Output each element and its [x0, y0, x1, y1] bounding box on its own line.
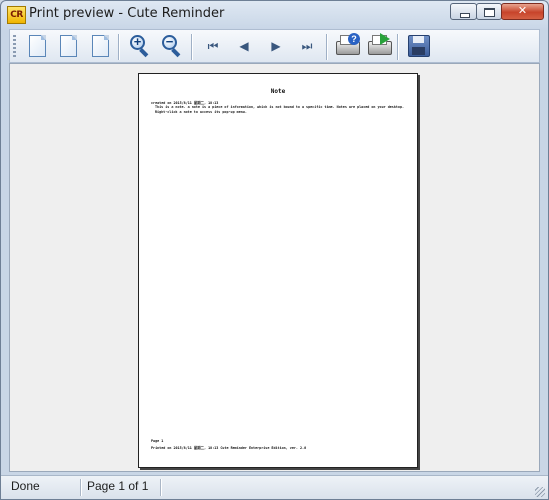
close-button[interactable] [501, 3, 544, 20]
page-indicator: Page 1 of 1 [87, 479, 149, 493]
resize-grip[interactable] [535, 487, 545, 497]
first-page-button[interactable]: ⏮ [200, 33, 226, 59]
toolbar-grip[interactable] [13, 35, 16, 59]
status-text: Done [11, 479, 40, 493]
zoom-in-button[interactable]: + [127, 33, 153, 59]
previous-page-button[interactable]: ◀ [231, 33, 257, 59]
floppy-disk-icon [408, 35, 430, 57]
footer-page-number: Page 1 [151, 439, 164, 443]
footer-printed-info: Printed on 2015/8/11 星期二, 18:13 Cute Rem… [151, 446, 307, 450]
status-bar: Done Page 1 of 1 [1, 475, 548, 499]
title-bar[interactable]: CR Print preview - Cute Reminder [1, 1, 548, 28]
print-button[interactable] [366, 33, 392, 59]
save-button[interactable] [405, 33, 431, 59]
page-layout-1-button[interactable] [24, 33, 50, 59]
page-layout-2-button[interactable] [55, 33, 81, 59]
zoom-out-button[interactable]: − [159, 33, 185, 59]
page-layout-3-button[interactable] [87, 33, 113, 59]
last-page-button[interactable]: ⏭ [294, 33, 320, 59]
toolbar-separator [191, 34, 192, 60]
preview-page: Note created on 2015/8/11 星期二, 18:13 Thi… [138, 73, 418, 468]
status-separator [160, 479, 161, 496]
note-body: This is a note. a note is a piece of inf… [155, 105, 405, 114]
preview-area[interactable]: Note created on 2015/8/11 星期二, 18:13 Thi… [9, 63, 540, 472]
document-icon [60, 35, 77, 57]
next-icon: ▶ [271, 39, 281, 53]
toolbar-separator [118, 34, 119, 60]
document-icon [92, 35, 109, 57]
toolbar-separator [397, 34, 398, 60]
app-icon: CR [7, 6, 26, 24]
first-page-icon: ⏮ [207, 39, 219, 53]
window-title: Print preview - Cute Reminder [29, 6, 225, 21]
next-page-button[interactable]: ▶ [263, 33, 289, 59]
toolbar-separator [326, 34, 327, 60]
toolbar: + − ⏮ ◀ ▶ ⏭ ? [9, 29, 540, 63]
minimize-button[interactable] [450, 3, 477, 20]
print-setup-button[interactable]: ? [334, 33, 360, 59]
print-preview-window: CR Print preview - Cute Reminder + − [0, 0, 549, 500]
previous-icon: ◀ [239, 39, 249, 53]
document-icon [29, 35, 46, 57]
note-heading: Note [270, 88, 286, 95]
maximize-button[interactable] [476, 3, 502, 20]
status-separator [80, 479, 81, 496]
last-page-icon: ⏭ [301, 39, 313, 53]
